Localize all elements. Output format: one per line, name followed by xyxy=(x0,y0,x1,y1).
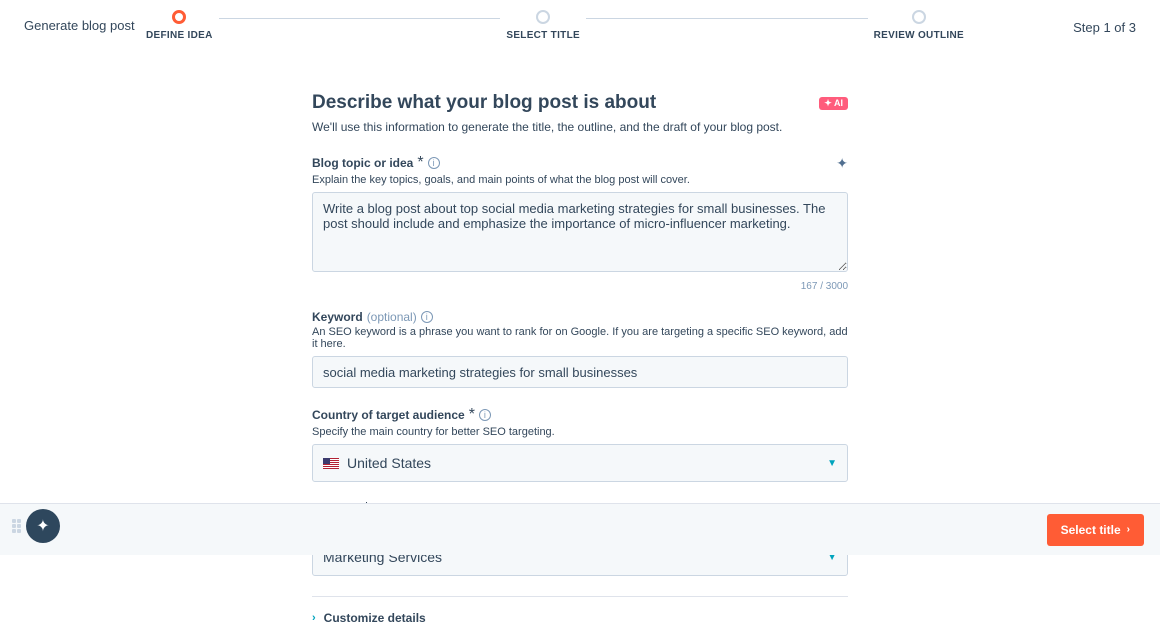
select-title-button[interactable]: Select title › xyxy=(1047,514,1144,546)
info-icon[interactable]: i xyxy=(479,409,491,421)
country-value: United States xyxy=(347,455,431,471)
blog-topic-input[interactable] xyxy=(312,192,848,272)
stepper: DEFINE IDEA SELECT TITLE REVIEW OUTLINE xyxy=(140,10,970,41)
optional-mark: (optional) xyxy=(367,310,417,324)
page-title: Describe what your blog post is about xyxy=(312,92,656,114)
floating-action[interactable]: ✦ xyxy=(12,509,60,543)
step-circle xyxy=(912,10,926,24)
required-mark: * xyxy=(417,154,423,172)
page-subtitle: We'll use this information to generate t… xyxy=(312,120,848,134)
step-define-idea[interactable]: DEFINE IDEA xyxy=(140,10,219,41)
field-keyword: Keyword (optional) i An SEO keyword is a… xyxy=(312,310,848,388)
required-mark: * xyxy=(469,406,475,424)
step-select-title[interactable]: SELECT TITLE xyxy=(500,10,586,41)
field-blog-topic: Blog topic or idea * i ✦ Explain the key… xyxy=(312,154,848,292)
char-count: 167 / 3000 xyxy=(312,281,848,292)
chevron-right-icon: › xyxy=(312,612,316,624)
ai-badge: ✦ AI xyxy=(819,97,848,110)
chevron-right-icon: › xyxy=(1127,524,1130,535)
country-select[interactable]: United States ▼ xyxy=(312,444,848,482)
step-label: REVIEW OUTLINE xyxy=(874,30,964,41)
step-circle-active xyxy=(172,10,186,24)
blog-topic-help: Explain the key topics, goals, and main … xyxy=(312,174,848,186)
info-icon[interactable]: i xyxy=(428,157,440,169)
keyword-label: Keyword xyxy=(312,310,363,324)
step-label: DEFINE IDEA xyxy=(146,30,213,41)
field-country: Country of target audience * i Specify t… xyxy=(312,406,848,482)
footer: cel Select title › xyxy=(0,503,1160,555)
sparkle-icon: ✦ xyxy=(36,516,49,536)
assistant-fab-button[interactable]: ✦ xyxy=(26,509,60,543)
blog-topic-label: Blog topic or idea xyxy=(312,156,413,170)
customize-details-toggle[interactable]: › Customize details xyxy=(312,597,848,639)
step-circle xyxy=(536,10,550,24)
drag-handle-icon[interactable] xyxy=(12,519,24,533)
country-label: Country of target audience xyxy=(312,408,465,422)
step-indicator: Step 1 of 3 xyxy=(1073,20,1136,35)
select-title-label: Select title xyxy=(1061,523,1121,537)
info-icon[interactable]: i xyxy=(421,311,433,323)
flag-us-icon xyxy=(323,458,339,469)
keyword-help: An SEO keyword is a phrase you want to r… xyxy=(312,326,848,350)
step-review-outline[interactable]: REVIEW OUTLINE xyxy=(868,10,970,41)
step-label: SELECT TITLE xyxy=(506,30,580,41)
app-title: Generate blog post xyxy=(24,18,135,33)
sparkle-icon[interactable]: ✦ xyxy=(836,155,848,172)
chevron-down-icon: ▼ xyxy=(827,458,837,469)
keyword-input[interactable] xyxy=(312,356,848,388)
customize-label: Customize details xyxy=(324,611,426,625)
country-help: Specify the main country for better SEO … xyxy=(312,426,848,438)
